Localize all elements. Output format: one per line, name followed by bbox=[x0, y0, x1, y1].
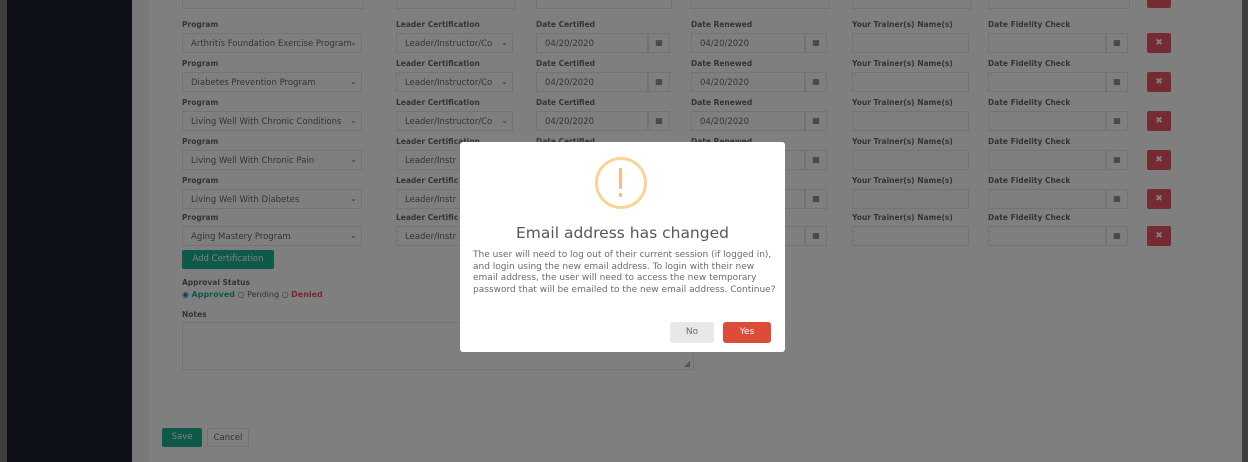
dialog-message: The user will need to log out of their c… bbox=[473, 250, 776, 295]
confirm-dialog: Email address has changed The user will … bbox=[460, 142, 785, 352]
dialog-title: Email address has changed bbox=[516, 224, 729, 242]
warning-icon bbox=[595, 157, 647, 209]
no-button[interactable]: No bbox=[670, 322, 714, 343]
yes-button[interactable]: Yes bbox=[723, 322, 771, 343]
